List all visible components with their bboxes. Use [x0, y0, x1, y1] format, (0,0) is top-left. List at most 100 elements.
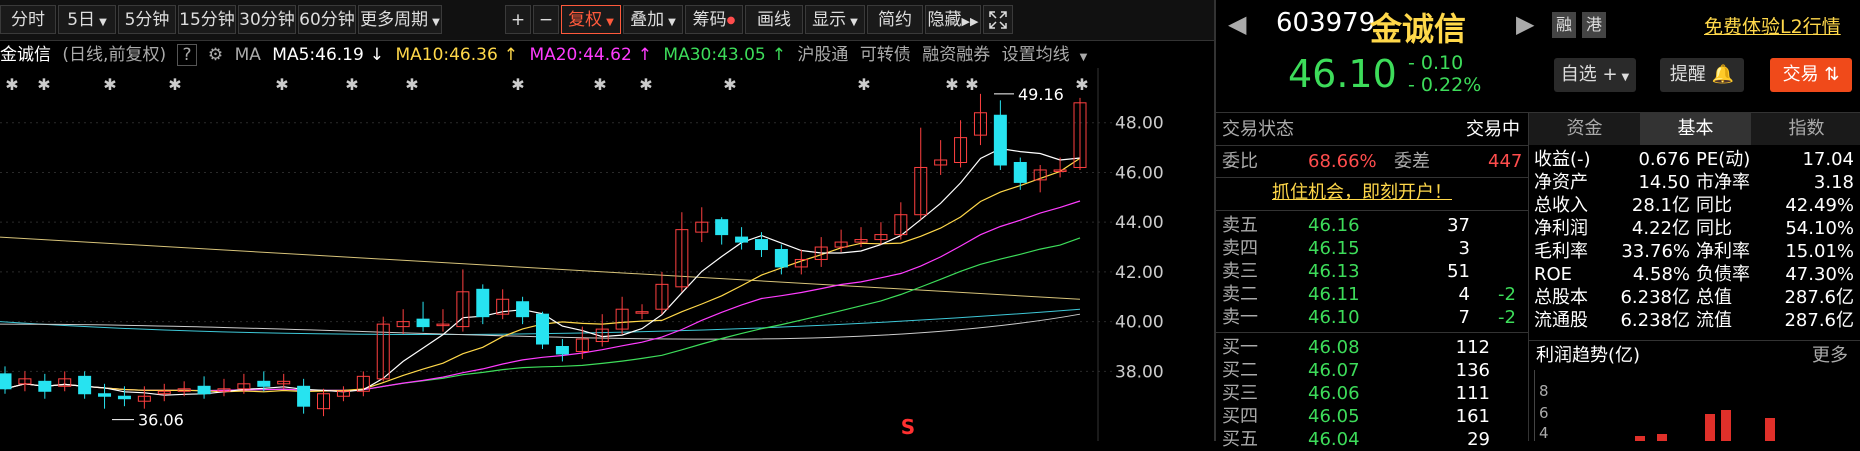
- tab-15min[interactable]: 15分钟: [178, 5, 236, 34]
- tab-5min[interactable]: 5分钟: [118, 5, 176, 34]
- fund-label: 收益(-): [1534, 149, 1591, 170]
- hide-button[interactable]: 隐藏▶▶: [925, 5, 981, 34]
- event-star-icon: ✱: [593, 75, 606, 94]
- profit-trend-chart: 8 6 4: [1534, 370, 1855, 442]
- remind-button[interactable]: 提醒 🔔: [1660, 58, 1744, 92]
- event-star-icon: ✱: [511, 75, 524, 94]
- profit-tick: 4: [1539, 424, 1549, 442]
- y-tick-label: 46.00: [1115, 163, 1164, 183]
- bid-level-label: 买二: [1222, 360, 1258, 381]
- fund-label: 毛利率: [1534, 241, 1588, 262]
- draw-line-button[interactable]: 画线: [745, 5, 803, 34]
- kline-chart[interactable]: 48.00 46.00 44.00 42.00 40.00 38.00 ✱ ✱ ✱ ✱ ✱ ✱ ✱ ✱ ✱ ✱…: [0, 68, 1214, 441]
- fund-label: 流通股: [1534, 310, 1588, 331]
- candle-body: [257, 380, 271, 387]
- zoom-in-button[interactable]: +: [505, 5, 531, 34]
- bid-volume: 136: [1455, 360, 1490, 381]
- adjust-label: 复权: [568, 10, 603, 30]
- tab-intraday[interactable]: 分时: [0, 5, 56, 34]
- open-account-link[interactable]: 抓住机会，即刻开户！: [1272, 181, 1452, 204]
- ask-price[interactable]: 46.10: [1308, 306, 1360, 329]
- ask-price[interactable]: 46.16: [1308, 214, 1360, 237]
- low-label: 36.06: [138, 411, 184, 430]
- candle-body: [117, 395, 131, 400]
- fund-label: 负债率: [1696, 264, 1750, 285]
- tab-more-periods[interactable]: 更多周期 ▼: [358, 5, 442, 34]
- profit-bar: [1705, 414, 1715, 441]
- adjust-button[interactable]: 复权 ▼: [561, 5, 621, 34]
- chevron-down-icon: ▼: [850, 17, 858, 28]
- arrow-up-icon: ↑: [637, 45, 653, 65]
- fund-value: 47.30%: [1785, 264, 1854, 285]
- stock-name: 金诚信: [0, 45, 51, 65]
- tab-index[interactable]: 指数: [1751, 113, 1860, 145]
- bid-price[interactable]: 46.04: [1308, 428, 1360, 451]
- ma-long-line: [0, 236, 1081, 300]
- chevron-down-icon: ▼: [99, 17, 107, 28]
- ask-price[interactable]: 46.11: [1308, 283, 1360, 306]
- gear-icon[interactable]: ⚙: [208, 45, 223, 65]
- ask-price[interactable]: 46.15: [1308, 237, 1360, 260]
- last-price: 46.10: [1288, 52, 1397, 96]
- tab-60min[interactable]: 60分钟: [298, 5, 356, 34]
- event-star-icon: ✱: [723, 75, 736, 94]
- fund-value: 15.01%: [1785, 241, 1854, 262]
- price-change: - 0.10: [1408, 52, 1464, 74]
- chevron-down-icon: ▼: [1621, 72, 1630, 83]
- link-ma-settings[interactable]: 设置均线: [1002, 45, 1070, 65]
- chips-button[interactable]: 筹码●: [685, 5, 743, 34]
- event-star-icon: ✱: [168, 75, 181, 94]
- add-watchlist-button[interactable]: 自选 + ▼: [1554, 58, 1636, 92]
- fund-value: 17.04: [1802, 149, 1854, 170]
- fund-label: 净资产: [1534, 172, 1588, 193]
- simple-button[interactable]: 简约: [867, 5, 923, 34]
- watch-label: 自选 +: [1560, 64, 1618, 85]
- help-button[interactable]: ?: [177, 44, 197, 66]
- zoom-out-button[interactable]: −: [533, 5, 559, 34]
- prev-stock-icon[interactable]: ◀: [1228, 10, 1246, 38]
- tab-basic[interactable]: 基本: [1640, 113, 1751, 145]
- fund-label: 净利润: [1534, 218, 1588, 239]
- ma-label: MA: [234, 45, 261, 65]
- fullscreen-icon[interactable]: [983, 5, 1013, 34]
- bid-price[interactable]: 46.06: [1308, 382, 1360, 405]
- ask-price[interactable]: 46.13: [1308, 260, 1360, 283]
- bid-price[interactable]: 46.05: [1308, 405, 1360, 428]
- profit-more-link[interactable]: 更多: [1812, 344, 1848, 367]
- bid-price[interactable]: 46.07: [1308, 359, 1360, 382]
- next-stock-icon[interactable]: ▶: [1516, 10, 1534, 38]
- tab-funds[interactable]: 资金: [1529, 113, 1640, 145]
- link-margin[interactable]: 融资融券: [922, 45, 990, 65]
- event-star-icon: ✱: [345, 75, 358, 94]
- fund-value: 28.1亿: [1631, 195, 1690, 216]
- chart-mode: (日线,前复权): [62, 45, 167, 65]
- candle-body: [555, 346, 569, 355]
- bid-level-label: 买四: [1222, 406, 1258, 427]
- link-hk-connect[interactable]: 沪股通: [797, 45, 848, 65]
- candle-body: [297, 385, 311, 407]
- candle-body: [416, 318, 430, 328]
- overlay-button[interactable]: 叠加 ▼: [623, 5, 683, 34]
- event-star-icon: ✱: [405, 75, 418, 94]
- link-convertible[interactable]: 可转债: [860, 45, 911, 65]
- event-star-icon: ✱: [37, 75, 50, 94]
- candle-body: [536, 313, 549, 345]
- weicha-value: 447: [1488, 151, 1523, 172]
- promo-link[interactable]: 免费体验L2行情: [1704, 12, 1841, 39]
- bid-price[interactable]: 46.08: [1308, 336, 1360, 359]
- ask-level-label: 卖四: [1222, 238, 1258, 259]
- tab-30min[interactable]: 30分钟: [238, 5, 296, 34]
- fund-value: 287.6亿: [1784, 287, 1854, 308]
- display-button[interactable]: 显示 ▼: [805, 5, 865, 34]
- bid-level-label: 买三: [1222, 383, 1258, 404]
- ask-change: -2: [1498, 307, 1516, 328]
- ask-change: [1486, 214, 1516, 237]
- trade-button[interactable]: 交易 ⇅: [1770, 58, 1852, 92]
- fund-value: 4.58%: [1632, 264, 1690, 285]
- chevron-down-icon: ▼: [432, 17, 440, 28]
- tab-5day[interactable]: 5日 ▼: [58, 5, 116, 34]
- ask-volume: 51: [1447, 261, 1470, 282]
- fund-label: 总股本: [1534, 287, 1588, 308]
- ma20-value: MA20:44.62: [529, 45, 632, 65]
- price-change-pct: - 0.22%: [1408, 74, 1482, 96]
